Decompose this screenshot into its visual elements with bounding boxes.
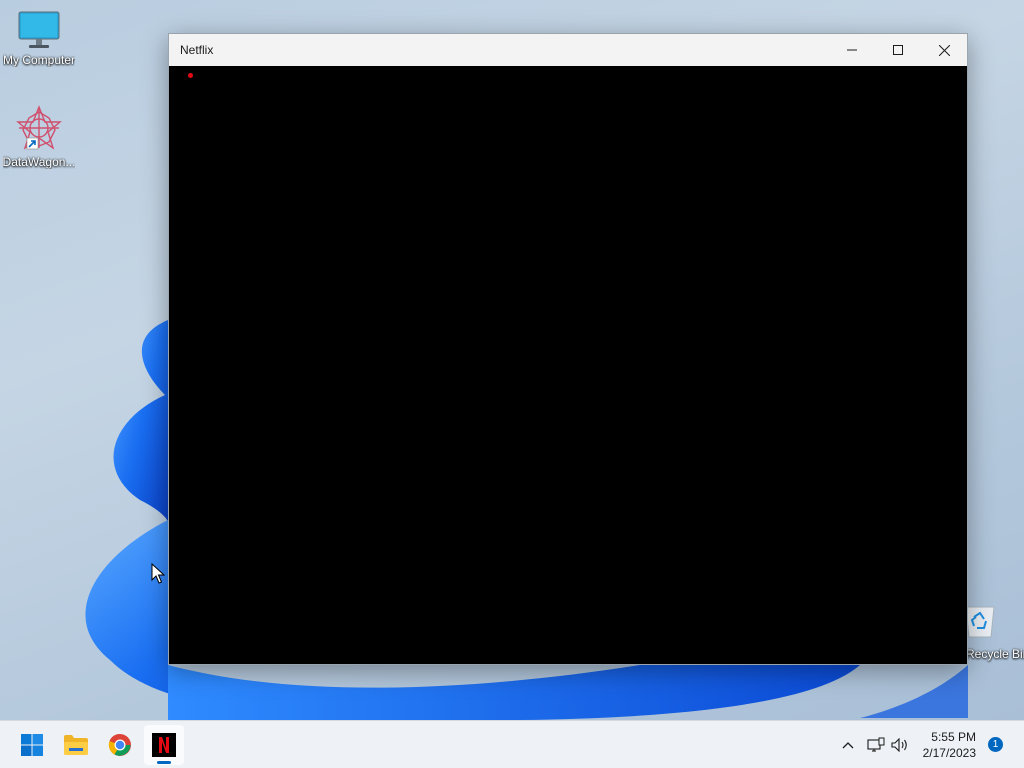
close-icon	[938, 44, 950, 56]
desktop: My Computer DataWagon... Recycle Bin Net…	[0, 0, 1024, 720]
taskbar-file-explorer-button[interactable]	[56, 725, 96, 765]
close-button[interactable]	[921, 34, 967, 66]
network-icon	[867, 737, 885, 752]
monitor-icon	[18, 11, 60, 48]
active-app-indicator	[157, 761, 171, 764]
clock-time: 5:55 PM	[931, 730, 976, 744]
netflix-window: Netflix	[168, 33, 968, 665]
window-content[interactable]	[169, 66, 967, 664]
netflix-icon	[152, 733, 176, 757]
window-title: Netflix	[180, 43, 214, 57]
minimize-icon	[847, 49, 857, 51]
volume-icon	[891, 738, 907, 752]
clock-date: 2/17/2023	[922, 746, 976, 760]
desktop-icon-datawagon[interactable]: DataWagon...	[0, 104, 78, 169]
tray-volume-button[interactable]	[889, 733, 911, 757]
desktop-icon-label: My Computer	[2, 53, 76, 67]
chevron-up-icon	[842, 742, 854, 749]
window-controls	[829, 34, 967, 66]
mouse-cursor-icon	[151, 563, 165, 584]
maximize-icon	[893, 45, 903, 55]
tray-network-button[interactable]	[865, 733, 887, 757]
desktop-icon-label: Recycle Bin	[966, 647, 1024, 661]
tray-overflow-button[interactable]	[837, 733, 859, 757]
chrome-icon	[108, 733, 131, 756]
taskbar: 5:55 PM 2/17/2023 1	[0, 720, 1024, 768]
loading-indicator	[188, 73, 193, 78]
taskbar-start-button[interactable]	[12, 725, 52, 765]
taskbar-clock[interactable]: 5:55 PM 2/17/2023	[923, 729, 976, 761]
minimize-button[interactable]	[829, 34, 875, 66]
taskbar-chrome-button[interactable]	[100, 725, 140, 765]
datawagon-app-icon	[16, 105, 62, 150]
notification-badge[interactable]: 1	[988, 737, 1003, 752]
desktop-icon-my-computer[interactable]: My Computer	[0, 10, 78, 67]
taskbar-netflix-button[interactable]	[144, 725, 184, 765]
desktop-icon-recycle-bin[interactable]: Recycle Bin	[960, 600, 1024, 664]
desktop-icon-label: DataWagon...	[2, 155, 76, 169]
folder-icon	[64, 735, 88, 755]
maximize-button[interactable]	[875, 34, 921, 66]
windows-logo-icon	[21, 734, 43, 756]
window-titlebar[interactable]: Netflix	[169, 34, 967, 66]
